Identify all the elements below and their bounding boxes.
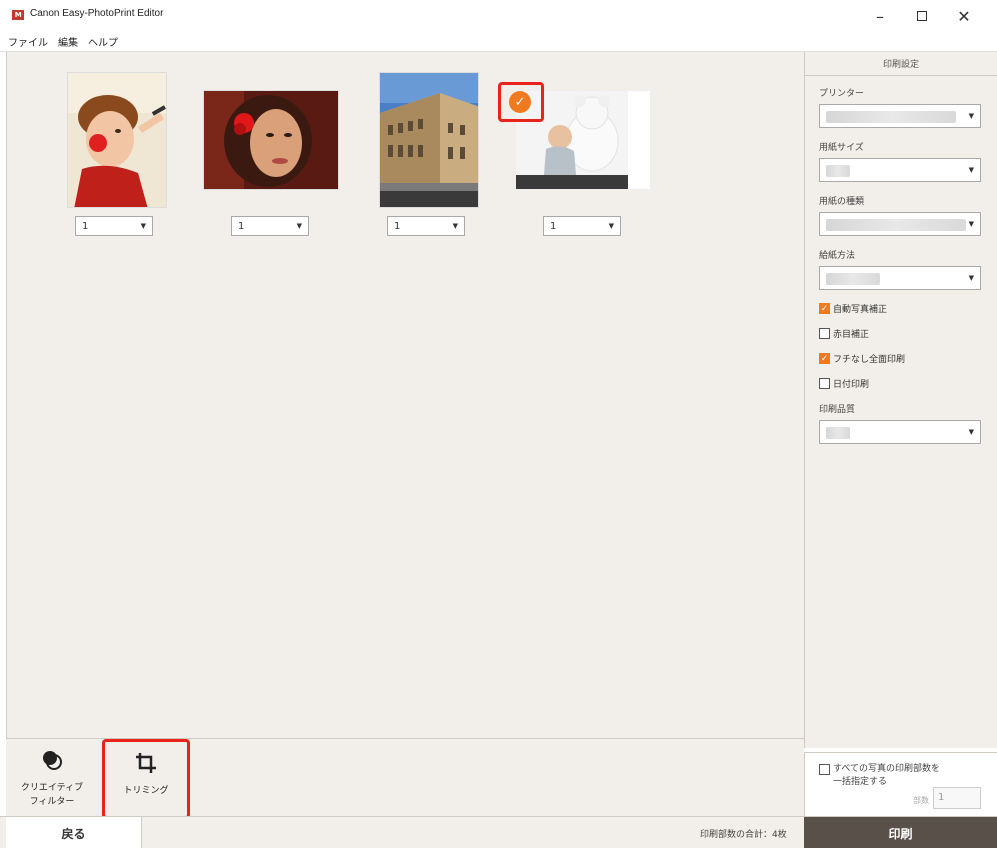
minimize-button[interactable]: – (862, 2, 898, 30)
selection-highlight: ✓ (498, 82, 544, 122)
paper-type-label: 用紙の種類 (819, 197, 865, 207)
feed-method-label: 給紙方法 (819, 251, 856, 261)
chevron-down-icon: ▼ (968, 274, 974, 282)
chevron-down-icon: ▼ (968, 166, 974, 174)
back-button[interactable]: 戻る (6, 817, 142, 848)
total-copies-text: 印刷部数の合計：4枚 (700, 830, 787, 840)
maximize-icon (917, 11, 927, 21)
printer-value-blurred (826, 111, 956, 123)
date-print-checkbox[interactable]: 日付印刷 (819, 377, 869, 390)
checkbox-checked-icon: ✓ (819, 353, 830, 364)
checkbox-checked-icon: ✓ (819, 303, 830, 314)
chevron-down-icon: ▼ (296, 222, 302, 230)
menu-edit[interactable]: 編集 (58, 34, 78, 49)
copies-select[interactable]: 1 ▼ (543, 216, 621, 236)
bottom-bar: 戻る 印刷部数の合計：4枚 印刷 (0, 816, 997, 848)
bulk-copies-checkbox[interactable]: すべての写真の印刷部数を一括指定する (819, 763, 943, 789)
creative-filter-button[interactable]: クリエイティブ フィルター (8, 739, 96, 815)
chevron-down-icon: ▼ (968, 220, 974, 228)
redeye-checkbox[interactable]: 赤目補正 (819, 327, 869, 340)
photo-thumbnail[interactable] (379, 72, 479, 208)
quality-label: 印刷品質 (819, 405, 856, 415)
copies-input[interactable]: 1 (933, 787, 981, 809)
edit-toolbar: クリエイティブ フィルター トリミング (6, 738, 804, 819)
trimming-button[interactable]: トリミング (102, 739, 190, 819)
paper-size-value-blurred (826, 165, 850, 177)
bulk-copies-label: すべての写真の印刷部数を一括指定する (833, 764, 941, 787)
maximize-button[interactable] (904, 2, 940, 30)
chevron-down-icon: ▼ (608, 222, 614, 230)
feed-method-value-blurred (826, 273, 880, 285)
paper-size-select[interactable]: ▼ (819, 158, 981, 182)
crop-icon (135, 752, 157, 778)
photo-list-area: 1 ▼ 1 ▼ 1 ▼ 1 ▼ (6, 52, 804, 784)
paper-type-select[interactable]: ▼ (819, 212, 981, 236)
copies-select[interactable]: 1 ▼ (387, 216, 465, 236)
filter-icon (41, 749, 63, 775)
check-icon[interactable]: ✓ (509, 91, 531, 113)
menu-bar: ファイル 編集 ヘルプ (0, 32, 997, 52)
copies-select[interactable]: 1 ▼ (75, 216, 153, 236)
app-logo-icon: M (12, 10, 24, 20)
chevron-down-icon: ▼ (968, 112, 974, 120)
checkbox-unchecked-icon (819, 764, 830, 775)
chevron-down-icon: ▼ (452, 222, 458, 230)
menu-file[interactable]: ファイル (8, 34, 48, 49)
chevron-down-icon: ▼ (968, 428, 974, 436)
copies-label: 部数 (913, 796, 929, 805)
settings-header: 印刷設定 (805, 52, 997, 76)
trimming-label: トリミング (123, 786, 169, 796)
menu-help[interactable]: ヘルプ (88, 34, 118, 49)
quality-value-blurred (826, 427, 850, 439)
paper-size-label: 用紙サイズ (819, 143, 864, 153)
photo-thumbnail[interactable] (67, 72, 167, 208)
chevron-down-icon: ▼ (140, 222, 146, 230)
feed-method-select[interactable]: ▼ (819, 266, 981, 290)
bulk-copies-panel: すべての写真の印刷部数を一括指定する 部数 1 (804, 752, 997, 816)
printer-label: プリンター (819, 89, 865, 99)
photo-thumbnail[interactable] (203, 90, 339, 190)
checkbox-unchecked-icon (819, 328, 830, 339)
copies-select[interactable]: 1 ▼ (231, 216, 309, 236)
paper-type-value-blurred (826, 219, 966, 231)
auto-correct-checkbox[interactable]: ✓ 自動写真補正 (819, 302, 887, 315)
creative-filter-label: クリエイティブ フィルター (20, 783, 84, 807)
print-button[interactable]: 印刷 (804, 817, 997, 848)
close-button[interactable]: ✕ (946, 2, 982, 30)
borderless-checkbox[interactable]: ✓ フチなし全面印刷 (819, 352, 905, 365)
print-settings-panel: 印刷設定 プリンター ▼ 用紙サイズ ▼ 用紙の種類 ▼ 給紙方法 ▼ ✓ 自動… (804, 52, 997, 748)
window-title: Canon Easy-PhotoPrint Editor (30, 8, 164, 19)
title-bar: M Canon Easy-PhotoPrint Editor – ✕ (0, 0, 997, 32)
quality-select[interactable]: ▼ (819, 420, 981, 444)
checkbox-unchecked-icon (819, 378, 830, 389)
printer-select[interactable]: ▼ (819, 104, 981, 128)
